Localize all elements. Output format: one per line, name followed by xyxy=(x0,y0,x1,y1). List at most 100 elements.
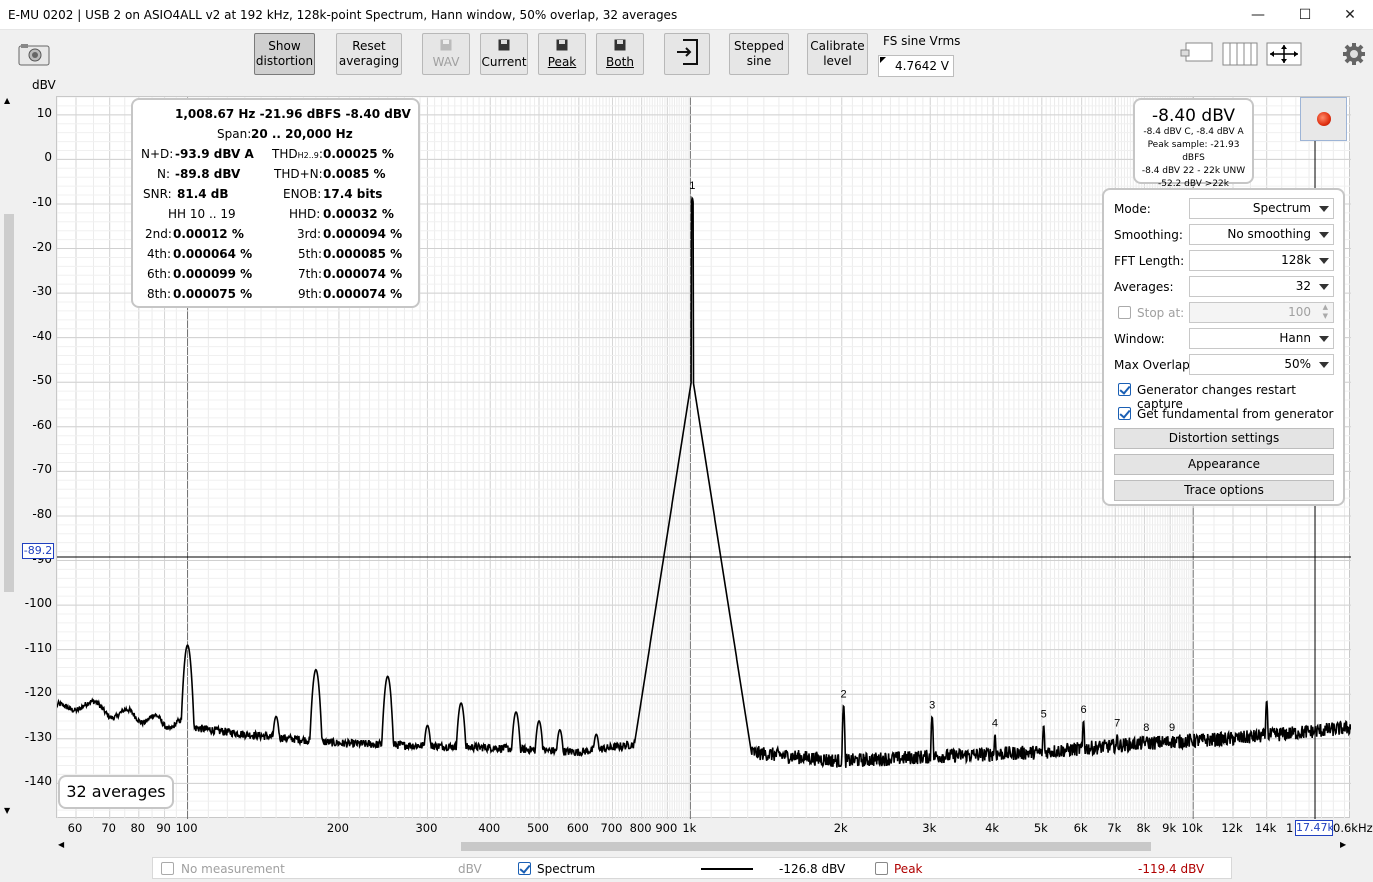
layout-icon[interactable] xyxy=(1180,42,1214,66)
harmonic-marker-6: 6 xyxy=(1080,704,1086,716)
no-measurement-checkbox[interactable] xyxy=(161,862,174,875)
gear-icon[interactable] xyxy=(1342,42,1366,66)
chevron-down-icon xyxy=(1319,258,1329,264)
harmonic-marker-2: 2 xyxy=(841,688,847,700)
spectrum-label: Spectrum xyxy=(537,862,596,876)
h2-value: 0.00012 % xyxy=(173,227,244,241)
stop-at-checkbox[interactable] xyxy=(1118,306,1131,319)
camera-icon[interactable] xyxy=(18,42,50,66)
n-value: -89.8 dBV xyxy=(175,167,241,181)
fs-sine-value-field[interactable]: 4.7642 V xyxy=(878,55,954,77)
fs-sine-label: FS sine Vrms xyxy=(883,34,961,48)
reset-averaging-button[interactable]: Reset averaging xyxy=(336,33,402,75)
get-fundamental-checkbox[interactable] xyxy=(1118,407,1131,420)
harmonic-marker-1: 1 xyxy=(689,180,695,192)
chevron-down-icon xyxy=(1319,284,1329,290)
x-tick-label: 600 xyxy=(566,821,589,835)
stop-at-spinner[interactable]: 100 ▲ ▼ xyxy=(1189,302,1334,323)
x-tick-label: 300 xyxy=(415,821,438,835)
x-tick-label: 8k xyxy=(1136,821,1151,835)
maximize-button[interactable]: ☐ xyxy=(1282,0,1328,30)
appearance-button[interactable]: Appearance xyxy=(1114,454,1334,475)
export-button[interactable] xyxy=(664,33,710,75)
enob-value: 17.4 bits xyxy=(323,187,383,201)
calibrate-level-label-1: Calibrate xyxy=(810,39,865,53)
nd-label: N+D: xyxy=(141,147,174,161)
y-tick-label: -140 xyxy=(24,774,52,789)
chevron-down-icon xyxy=(1319,232,1329,238)
spectrum-checkbox[interactable] xyxy=(518,862,531,875)
harmonic-marker-3: 3 xyxy=(929,699,935,711)
peak-trace-value: -119.4 dBV xyxy=(1138,862,1205,876)
scroll-left-icon[interactable]: ◀ xyxy=(58,840,64,849)
generator-restart-checkbox[interactable] xyxy=(1118,383,1131,396)
fft-length-select[interactable]: 128k xyxy=(1189,250,1334,271)
smoothing-select[interactable]: No smoothing xyxy=(1189,224,1334,245)
cursor-x-readout[interactable]: 17.47k xyxy=(1295,820,1334,836)
y-tick-label: -80 xyxy=(32,506,52,521)
y-tick-label: -20 xyxy=(32,239,52,254)
distortion-settings-button[interactable]: Distortion settings xyxy=(1114,428,1334,449)
mode-label: Mode: xyxy=(1114,202,1151,216)
reset-averaging-label-1: Reset xyxy=(352,39,386,53)
stop-at-label: Stop at: xyxy=(1137,306,1185,320)
x-axis-partial-label: 1 xyxy=(1286,821,1294,835)
show-distortion-label-2: distortion xyxy=(255,54,314,68)
save-icon xyxy=(614,39,626,55)
n-label: N: xyxy=(157,167,171,181)
mode-value: Spectrum xyxy=(1252,201,1311,215)
x-tick-label: 80 xyxy=(130,821,146,835)
y-tick-label: -130 xyxy=(24,729,52,744)
horizontal-scrollbar-thumb[interactable] xyxy=(461,842,1151,851)
vertical-scrollbar-thumb[interactable] xyxy=(4,214,14,592)
columns-icon[interactable] xyxy=(1222,42,1258,66)
x-tick-label: 12k xyxy=(1221,821,1243,835)
h4-value: 0.000064 % xyxy=(173,247,253,261)
mode-select[interactable]: Spectrum xyxy=(1189,198,1334,219)
window-select[interactable]: Hann xyxy=(1189,328,1334,349)
scroll-right-icon[interactable]: ▶ xyxy=(1340,840,1346,849)
save-both-button[interactable]: Both xyxy=(596,33,644,75)
chevron-down-icon xyxy=(1319,206,1329,212)
chevron-down-icon xyxy=(1319,336,1329,342)
fundamental-header: 1,008.67 Hz -21.96 dBFS -8.40 dBV xyxy=(175,107,411,121)
thd-value: 0.00025 % xyxy=(323,147,394,161)
show-distortion-label-1: Show xyxy=(268,39,301,53)
x-tick-label: 900 xyxy=(655,821,678,835)
stepped-sine-label-2: sine xyxy=(746,54,772,68)
calibrate-level-button[interactable]: Calibrate level xyxy=(807,33,868,75)
record-icon xyxy=(1316,112,1331,126)
h2-label: 2nd: xyxy=(145,227,172,241)
minimize-button[interactable]: — xyxy=(1235,0,1281,30)
save-current-button[interactable]: Current xyxy=(480,33,528,75)
max-overlap-value: 50% xyxy=(1284,357,1311,371)
cursor-y-readout[interactable]: -89.2 xyxy=(22,543,54,559)
stop-at-value: 100 xyxy=(1288,305,1311,319)
save-icon xyxy=(440,39,452,55)
scroll-down-icon[interactable]: ▼ xyxy=(4,806,14,816)
h6-label: 6th: xyxy=(147,267,171,281)
y-axis-unit: dBV xyxy=(32,78,56,92)
averages-select[interactable]: 32 xyxy=(1189,276,1334,297)
save-wav-button[interactable]: WAV xyxy=(422,33,470,75)
peak-checkbox[interactable] xyxy=(875,862,888,875)
level-main-readout: -8.40 dBV xyxy=(1152,106,1235,126)
harmonic-marker-8: 8 xyxy=(1143,722,1149,734)
scroll-up-icon[interactable]: ▲ xyxy=(4,96,14,106)
unweighted-readout: -8.4 dBV 22 - 22k UNW xyxy=(1141,166,1246,176)
save-peak-button[interactable]: Peak xyxy=(538,33,586,75)
max-overlap-select[interactable]: 50% xyxy=(1189,354,1334,375)
stepped-sine-button[interactable]: Stepped sine xyxy=(729,33,789,75)
show-distortion-button[interactable]: Show distortion xyxy=(254,33,315,75)
thd-label: THDH2..9: xyxy=(272,147,323,161)
stepped-sine-label-1: Stepped xyxy=(734,39,784,53)
record-button[interactable] xyxy=(1300,97,1347,141)
level-weighted-readout: -8.4 dBV C, -8.4 dBV A xyxy=(1143,127,1244,137)
x-tick-label: 6k xyxy=(1073,821,1088,835)
close-button[interactable]: ✕ xyxy=(1327,0,1373,30)
x-tick-label: 9k xyxy=(1162,821,1177,835)
fit-arrows-icon[interactable] xyxy=(1266,42,1302,66)
h9-value: 0.000074 % xyxy=(323,287,403,301)
h7-value: 0.000074 % xyxy=(323,267,403,281)
trace-options-button[interactable]: Trace options xyxy=(1114,480,1334,501)
